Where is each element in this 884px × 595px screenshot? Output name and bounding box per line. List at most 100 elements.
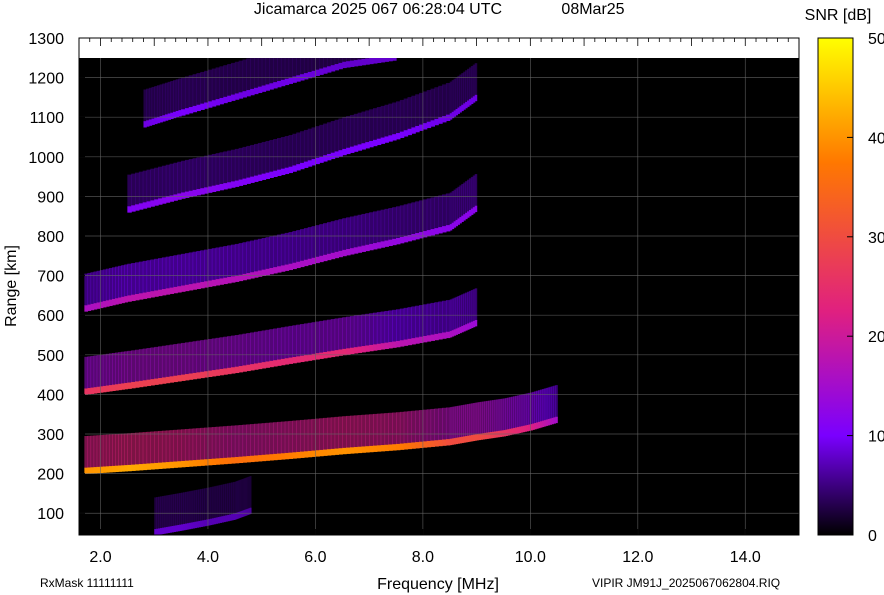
trace-3F-cell — [227, 277, 232, 284]
trace-3F-cell — [392, 238, 397, 246]
trace-4F-cell — [227, 182, 232, 189]
trace-4F-cell — [277, 169, 282, 177]
trace-4F-cell — [296, 164, 301, 171]
trace-3F-cell — [445, 225, 451, 232]
trace-5F-spread — [184, 76, 190, 109]
trace-4F-cell — [238, 179, 244, 186]
trace-3F-spread — [372, 211, 378, 244]
y-tick-label: 900 — [37, 189, 64, 206]
trace-1F-cell — [280, 453, 286, 460]
trace-1F-spread — [165, 430, 171, 463]
trace-3F-spread — [181, 253, 186, 287]
trace-1F-spread — [138, 432, 144, 465]
trace-4F-spread — [384, 104, 389, 138]
trace-2F-spread — [323, 320, 328, 353]
trace-5F-spread — [230, 62, 236, 96]
trace-3F-spread — [154, 258, 159, 292]
trace-1F-spread — [154, 431, 159, 464]
trace-2F-spread — [284, 326, 290, 360]
trace-3F-cell — [150, 291, 155, 298]
trace-1F-cell — [242, 456, 247, 463]
trace-2F-spread — [319, 320, 324, 354]
trace-2F-spread — [474, 288, 478, 321]
trace-4F-spread — [154, 167, 159, 201]
trace-2F-cell — [388, 342, 393, 349]
trace-2F-spread — [165, 345, 171, 378]
trace-4F-cell — [438, 117, 443, 124]
trace-5F-spread — [219, 66, 224, 99]
trace-2F-cell — [188, 373, 194, 380]
trace-2F-cell — [227, 367, 232, 375]
trace-1F-spread — [288, 420, 293, 454]
x-tick-label: 14.0 — [730, 549, 761, 566]
trace-1F-cell — [380, 445, 386, 452]
trace-2F-spread — [334, 318, 340, 351]
trace-2F-spread — [434, 302, 439, 335]
trace-4F-spread — [434, 87, 439, 120]
trace-3F-cell — [288, 263, 293, 271]
trace-3F-cell — [474, 205, 478, 213]
trace-4F-spread — [407, 97, 412, 130]
trace-2F-cell — [230, 367, 236, 374]
trace-1F-spread — [346, 415, 351, 449]
trace-5F-cell — [238, 92, 244, 99]
trace-1F-cell — [165, 462, 171, 469]
trace-2F-cell — [254, 363, 259, 370]
trace-1F-cell — [296, 451, 301, 459]
x-tick-label: 2.0 — [89, 549, 111, 566]
trace-5F-spread — [181, 77, 186, 111]
trace-5F-cell — [277, 80, 282, 88]
trace-1F-cell — [388, 444, 393, 451]
trace-4F-cell — [181, 192, 186, 199]
trace-5F-cell — [192, 105, 198, 113]
trace-3F-spread — [227, 245, 232, 278]
colorbar — [817, 37, 854, 536]
trace-5F-cell — [215, 99, 221, 106]
trace-4F-spread — [334, 119, 340, 153]
trace-4F-spread — [342, 117, 347, 150]
trace-4F-cell — [234, 180, 240, 187]
trace-3F-spread — [326, 222, 332, 255]
trace-2F-spread — [207, 338, 213, 372]
trace-2F-spread — [227, 336, 232, 369]
trace-2F-cell — [319, 352, 324, 359]
trace-1F-spread — [415, 410, 420, 443]
trace-2F-spread — [303, 323, 309, 356]
trace-4F-spread — [257, 142, 263, 176]
y-axis-label: Range [km] — [3, 245, 20, 327]
trace-2F-spread — [372, 312, 378, 346]
colorbar-label: SNR [dB] — [805, 7, 872, 24]
trace-1F-spread — [307, 419, 313, 452]
trace-5F-cell — [384, 58, 389, 62]
trace-4F-cell — [138, 203, 144, 210]
trace-5F-cell — [380, 58, 386, 63]
trace-4F-spread — [277, 137, 282, 171]
trace-2F-spread — [188, 341, 194, 375]
trace-1F-spread — [338, 416, 343, 450]
trace-5F-spread — [292, 58, 297, 78]
trace-1F-spread — [254, 423, 259, 457]
trace-3F-spread — [407, 203, 412, 236]
trace-1F-spread — [261, 423, 267, 456]
trace-5F-spread — [353, 58, 359, 61]
trace-4F-cell — [261, 173, 267, 180]
trace-4F-cell — [246, 177, 251, 184]
trace-3F-spread — [265, 237, 270, 270]
trace-2F-spread — [257, 331, 263, 364]
trace-2F-spread — [277, 327, 282, 361]
y-tick-label: 300 — [37, 427, 64, 444]
trace-3F-spread — [388, 208, 393, 241]
trace-3F-spread — [422, 199, 428, 232]
trace-4F-cell — [338, 150, 343, 157]
trace-2F-cell — [265, 361, 270, 368]
trace-5F-spread — [338, 58, 343, 64]
trace-3F-spread — [415, 201, 420, 234]
trace-1F-cell — [422, 441, 428, 448]
trace-2F-spread — [138, 349, 144, 382]
trace-4F-spread — [411, 95, 416, 129]
trace-5F-cell — [342, 61, 347, 69]
trace-2F-cell — [369, 344, 374, 352]
trace-1F-cell — [138, 464, 144, 471]
trace-2F-spread — [223, 336, 228, 370]
trace-4F-spread — [426, 90, 432, 123]
